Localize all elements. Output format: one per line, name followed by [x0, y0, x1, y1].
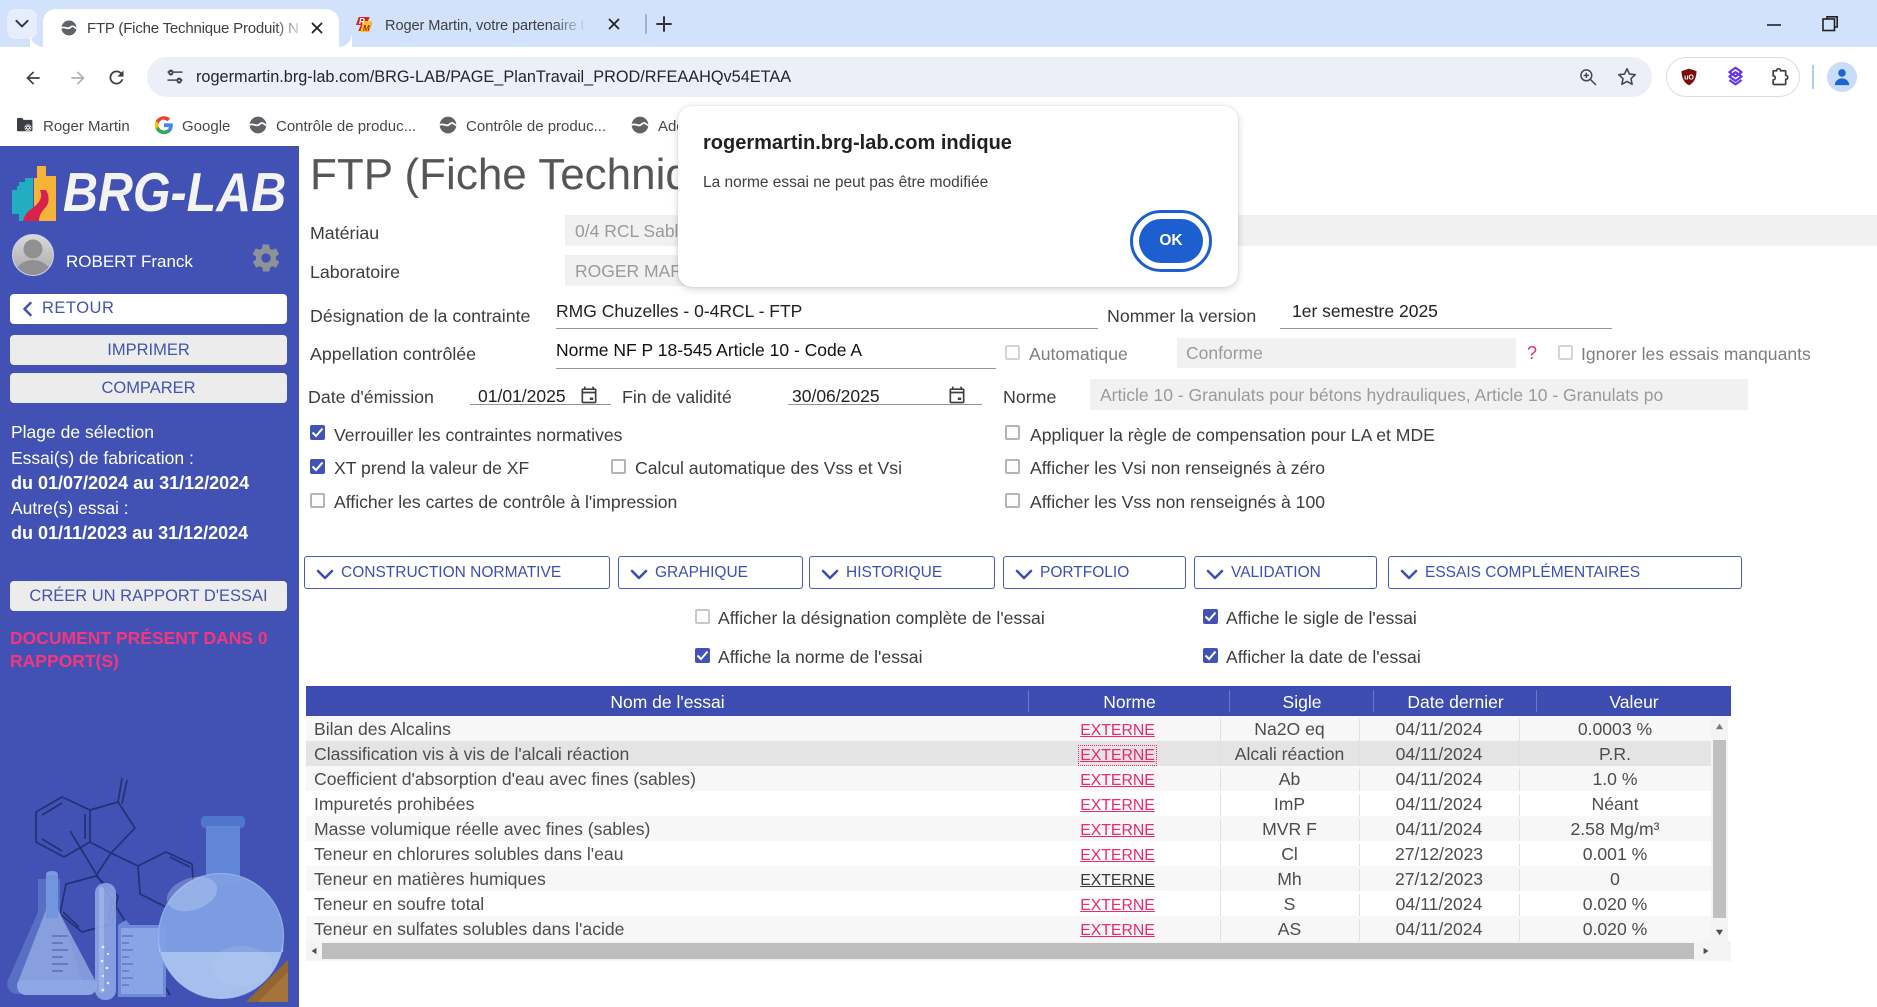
svg-text:M: M [363, 24, 370, 33]
svg-text:uO: uO [1684, 74, 1694, 82]
